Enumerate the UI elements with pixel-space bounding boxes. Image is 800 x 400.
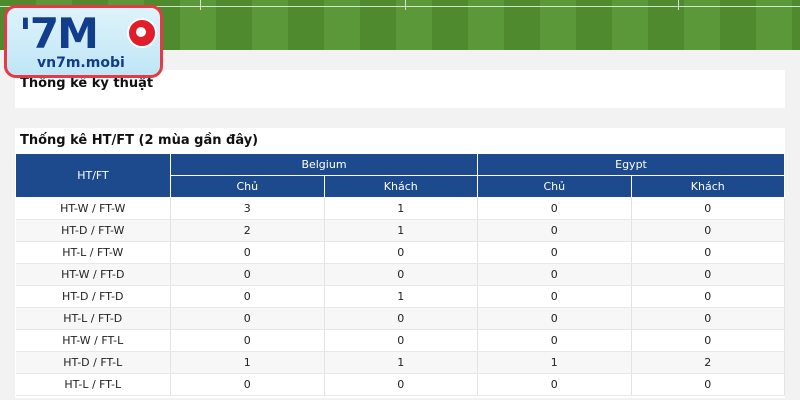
logo-mark: '7M	[19, 9, 99, 58]
stat-cell: 0	[324, 329, 478, 352]
htft-table: HT/FT Belgium Egypt Chủ Khách Chủ Khách …	[15, 153, 785, 396]
row-label: HT-L / FT-L	[15, 373, 171, 396]
stat-cell: 0	[477, 219, 632, 242]
pitch-line	[405, 0, 406, 10]
home-column-header: Chủ	[477, 175, 632, 198]
stat-cell: 2	[631, 351, 785, 374]
stat-cell: 0	[477, 197, 632, 220]
team-header-egypt: Egypt	[477, 153, 785, 176]
pitch-line	[200, 0, 201, 10]
home-column-header: Chủ	[170, 175, 325, 198]
stat-cell: 0	[477, 263, 632, 286]
stat-cell: 1	[324, 351, 478, 374]
table-row: HT-L / FT-W 0 0 0 0	[15, 241, 785, 264]
stat-cell: 1	[324, 197, 478, 220]
table-row: HT-L / FT-D 0 0 0 0	[15, 307, 785, 330]
stat-cell: 0	[170, 241, 325, 264]
stat-cell: 3	[170, 197, 325, 220]
stat-cell: 0	[170, 263, 325, 286]
stat-cell: 0	[324, 307, 478, 330]
stat-cell: 1	[324, 285, 478, 308]
stat-cell: 0	[631, 241, 785, 264]
row-label: HT-L / FT-D	[15, 307, 171, 330]
row-label: HT-D / FT-D	[15, 285, 171, 308]
pitch-line	[678, 0, 679, 10]
htft-stats-panel: Thống kê HT/FT (2 mùa gần đây) HT/FT Bel…	[15, 128, 785, 398]
stat-cell: 0	[170, 285, 325, 308]
stat-cell: 2	[170, 219, 325, 242]
logo-text: vn7m.mobi	[37, 55, 125, 71]
stat-cell: 0	[170, 373, 325, 396]
stat-cell: 0	[631, 263, 785, 286]
panel-title: Thống kê HT/FT (2 mùa gần đây)	[20, 133, 259, 148]
row-label: HT-W / FT-W	[15, 197, 171, 220]
stat-cell: 1	[477, 351, 632, 374]
stat-cell: 0	[631, 197, 785, 220]
htft-header: HT/FT	[15, 153, 171, 198]
stat-cell: 0	[324, 263, 478, 286]
row-label: HT-W / FT-L	[15, 329, 171, 352]
stat-cell: 0	[477, 373, 632, 396]
stat-cell: 0	[631, 219, 785, 242]
table-row: HT-L / FT-L 0 0 0 0	[15, 373, 785, 396]
site-logo[interactable]: '7M vn7m.mobi	[4, 5, 163, 78]
stat-cell: 0	[631, 329, 785, 352]
away-column-header: Khách	[630, 175, 785, 198]
row-label: HT-D / FT-W	[15, 219, 171, 242]
stat-cell: 0	[477, 329, 632, 352]
stat-cell: 0	[477, 285, 632, 308]
stat-cell: 0	[477, 241, 632, 264]
table-row: HT-D / FT-L 1 1 1 2	[15, 351, 785, 374]
panel-title: Thống kê kỹ thuật	[20, 76, 154, 91]
stat-cell: 1	[170, 351, 325, 374]
table-row: HT-D / FT-W 2 1 0 0	[15, 219, 785, 242]
stat-cell: 0	[631, 307, 785, 330]
row-label: HT-L / FT-W	[15, 241, 171, 264]
table-row: HT-W / FT-D 0 0 0 0	[15, 263, 785, 286]
stat-cell: 0	[170, 307, 325, 330]
row-label: HT-D / FT-L	[15, 351, 171, 374]
team-header-belgium: Belgium	[170, 153, 478, 176]
stat-cell: 0	[170, 329, 325, 352]
stat-cell: 0	[324, 373, 478, 396]
stat-cell: 0	[324, 241, 478, 264]
table-row: HT-W / FT-L 0 0 0 0	[15, 329, 785, 352]
table-row: HT-W / FT-W 3 1 0 0	[15, 197, 785, 220]
stat-cell: 0	[631, 285, 785, 308]
table-row: HT-D / FT-D 0 1 0 0	[15, 285, 785, 308]
stat-cell: 0	[631, 373, 785, 396]
stat-cell: 1	[324, 219, 478, 242]
row-label: HT-W / FT-D	[15, 263, 171, 286]
away-column-header: Khách	[323, 175, 478, 198]
stat-cell: 0	[477, 307, 632, 330]
football-icon	[127, 18, 157, 48]
